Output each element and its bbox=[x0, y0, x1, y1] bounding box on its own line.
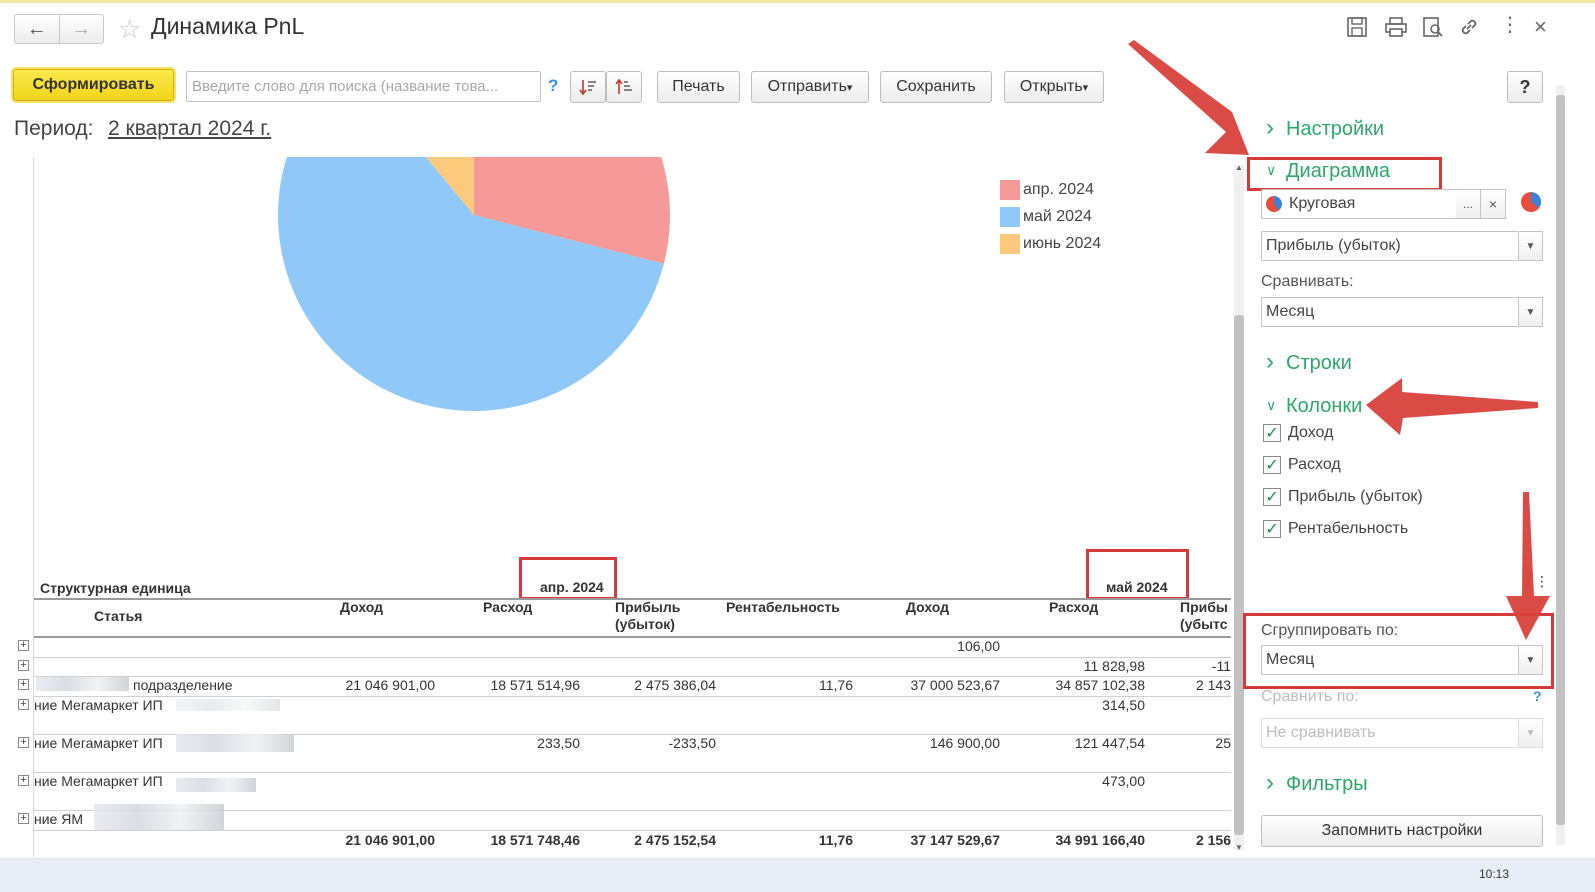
annotation-arrows bbox=[1128, 40, 1550, 640]
annotation-arrow bbox=[1128, 40, 1249, 155]
taskbar-clock: 10:13 bbox=[1478, 867, 1509, 881]
annotation-arrow bbox=[1366, 378, 1538, 435]
annotation-arrow bbox=[1506, 492, 1550, 640]
taskbar: 10:13 bbox=[0, 858, 1595, 892]
